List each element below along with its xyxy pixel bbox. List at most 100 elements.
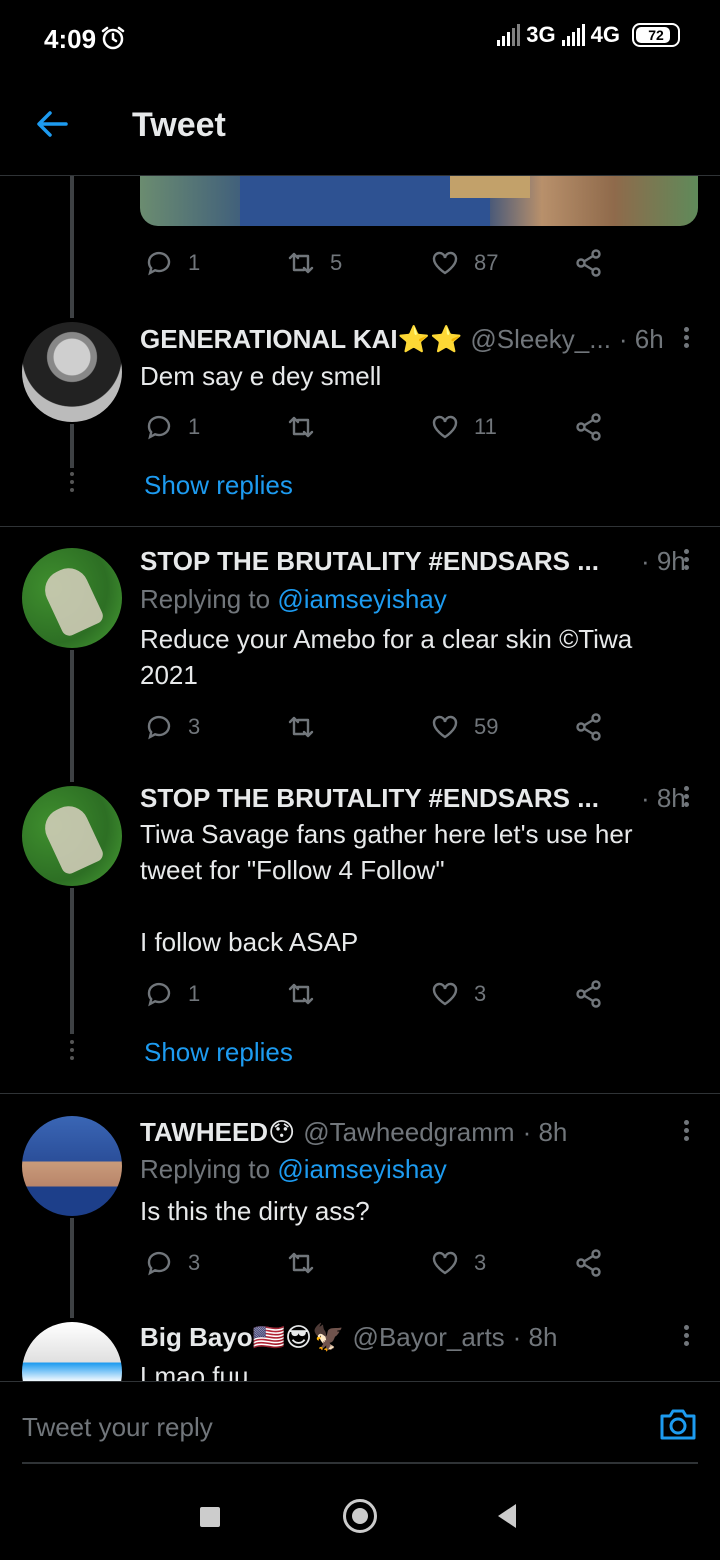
heart-icon: [432, 1251, 458, 1275]
reply-count: 1: [188, 250, 201, 275]
avatar[interactable]: [22, 548, 122, 648]
thread-line: [70, 176, 74, 318]
heart-icon: [432, 251, 458, 275]
share-button[interactable]: [574, 248, 604, 278]
share-icon: [576, 1249, 601, 1277]
thread-line: [70, 1218, 74, 1318]
tweet-actions: 1 5 87: [144, 248, 624, 280]
share-icon: [576, 413, 601, 441]
like-button[interactable]: 3: [430, 1248, 486, 1278]
thread-line: [70, 424, 74, 468]
thread-line: [70, 888, 74, 1034]
retweet-icon: [288, 416, 314, 438]
home-button[interactable]: [343, 1499, 377, 1533]
tweet-media-image[interactable]: [140, 176, 698, 226]
display-name[interactable]: GENERATIONAL KAI⭐⭐: [140, 324, 462, 355]
reply-input[interactable]: Tweet your reply: [22, 1412, 213, 1443]
heart-icon: [432, 715, 458, 739]
more-options-icon[interactable]: [676, 1117, 696, 1145]
clock: 4:09: [44, 24, 97, 54]
retweet-icon: [288, 983, 314, 1005]
tweet-header: GENERATIONAL KAI⭐⭐ @Sleeky_... · 6h: [140, 324, 664, 355]
back-arrow-icon[interactable]: [34, 106, 70, 142]
replying-to: Replying to @iamseyishay: [140, 584, 447, 615]
share-icon: [576, 713, 601, 741]
replying-to-handle[interactable]: @iamseyishay: [277, 584, 446, 614]
like-count: 11: [474, 414, 497, 439]
show-replies-link[interactable]: Show replies: [144, 470, 293, 501]
camera-icon[interactable]: [658, 1404, 698, 1444]
reply-icon: [147, 715, 171, 740]
status-bar: 4:09 3G 4G 72: [0, 0, 720, 78]
tweet-header: STOP THE BRUTALITY #ENDSARS ... · 9h: [140, 546, 686, 577]
username[interactable]: @Bayor_arts: [353, 1322, 505, 1353]
tweet-text: Reduce your Amebo for a clear skin ©Tiwa…: [140, 624, 633, 690]
display-name[interactable]: Big Bayo🇺🇸😎🦅: [140, 1322, 345, 1353]
reply-icon: [147, 1251, 171, 1276]
more-replies-indicator: [70, 472, 74, 496]
divider: [0, 526, 720, 527]
more-options-icon[interactable]: [676, 783, 696, 811]
divider: [0, 1093, 720, 1094]
retweet-icon: [288, 1252, 314, 1274]
tweet-actions: 3 3: [144, 1248, 624, 1280]
replying-label: Replying to: [140, 584, 278, 614]
more-replies-indicator: [70, 1040, 74, 1064]
retweet-button[interactable]: 5: [286, 248, 342, 278]
tweet-thread[interactable]: 1 5 87 GENERATIONAL KAI⭐⭐ @Sleeky_... · …: [0, 176, 720, 1381]
status-indicators: 3G 4G 72: [497, 22, 680, 48]
retweet-button[interactable]: [286, 1248, 330, 1278]
reply-button[interactable]: 3: [144, 712, 200, 742]
retweet-button[interactable]: [286, 979, 330, 1009]
page-title: Tweet: [132, 106, 226, 144]
reply-button[interactable]: 3: [144, 1248, 200, 1278]
share-button[interactable]: [574, 412, 604, 442]
reply-button[interactable]: 1: [144, 412, 200, 442]
tweet-actions: 1 3: [144, 979, 624, 1011]
more-options-icon[interactable]: [676, 546, 696, 574]
reply-button[interactable]: 1: [144, 979, 200, 1009]
timestamp: · 8h: [512, 1322, 558, 1352]
avatar[interactable]: [22, 1116, 122, 1216]
like-button[interactable]: 3: [430, 979, 486, 1009]
signal-icon: [497, 24, 521, 46]
timestamp: · 6h: [618, 324, 664, 354]
replying-to-handle[interactable]: @iamseyishay: [277, 1154, 446, 1184]
show-replies-link[interactable]: Show replies: [144, 1037, 293, 1068]
more-options-icon[interactable]: [676, 1322, 696, 1350]
network-4g: 4G: [590, 22, 620, 47]
like-button[interactable]: 87: [430, 248, 498, 278]
like-count: 87: [474, 250, 499, 275]
avatar[interactable]: [22, 1322, 122, 1381]
share-button[interactable]: [574, 712, 604, 742]
system-nav-bar: [0, 1463, 720, 1560]
retweet-button[interactable]: [286, 712, 330, 742]
tweet-actions: 1 11: [144, 412, 624, 444]
reply-count: 3: [188, 714, 201, 739]
tweet-text: Lmao fuu: [140, 1361, 249, 1381]
display-name[interactable]: TAWHEED😯: [140, 1117, 295, 1148]
like-button[interactable]: 59: [430, 712, 498, 742]
recents-button[interactable]: [200, 1507, 220, 1527]
retweet-icon: [288, 252, 314, 274]
retweet-button[interactable]: [286, 412, 330, 442]
battery-icon: 72: [632, 23, 680, 47]
display-name[interactable]: STOP THE BRUTALITY #ENDSARS ...: [140, 783, 599, 814]
reply-button[interactable]: 1: [144, 248, 200, 278]
tweet-text: Tiwa Savage fans gather here let's use h…: [140, 819, 633, 957]
replying-to: Replying to @iamseyishay: [140, 1154, 447, 1185]
display-name[interactable]: STOP THE BRUTALITY #ENDSARS ...: [140, 546, 599, 577]
tweet-text: Is this the dirty ass?: [140, 1196, 370, 1226]
more-options-icon[interactable]: [676, 324, 696, 352]
retweet-count: 5: [330, 250, 343, 275]
username[interactable]: @Sleeky_...: [470, 324, 611, 355]
username[interactable]: @Tawheedgramm: [303, 1117, 514, 1148]
back-button[interactable]: [498, 1504, 516, 1528]
like-button[interactable]: 11: [430, 412, 497, 442]
share-button[interactable]: [574, 1248, 604, 1278]
retweet-icon: [288, 716, 314, 738]
avatar[interactable]: [22, 322, 122, 422]
share-button[interactable]: [574, 979, 604, 1009]
avatar[interactable]: [22, 786, 122, 886]
like-count: 3: [474, 981, 487, 1006]
